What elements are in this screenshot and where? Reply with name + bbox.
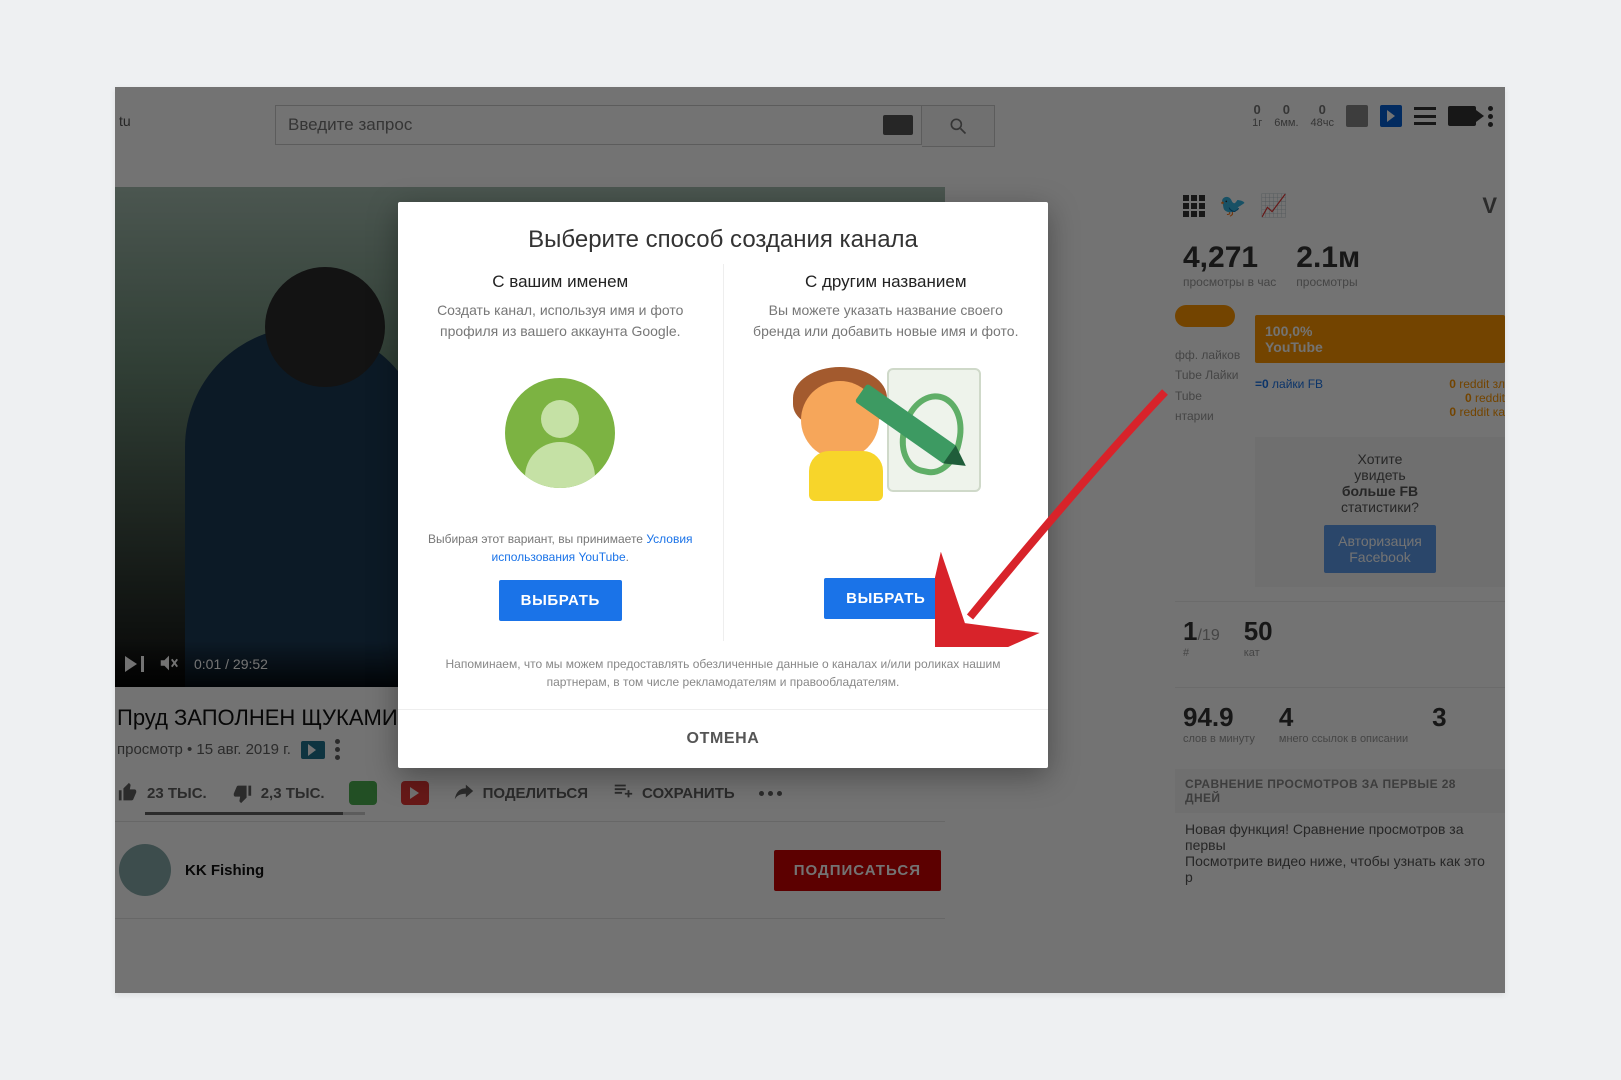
brand-illustration — [791, 363, 981, 503]
option-desc: Создать канал, используя имя и фото проф… — [422, 300, 699, 344]
select-personal-button[interactable]: ВЫБРАТЬ — [499, 580, 622, 621]
modal-title: Выберите способ создания канала — [398, 202, 1048, 264]
create-channel-modal: Выберите способ создания канала С вашим … — [398, 202, 1048, 768]
option-desc: Вы можете указать название своего бренда… — [748, 300, 1025, 344]
option-note: Выбирая этот вариант, вы принимаете Усло… — [422, 530, 699, 566]
modal-footnote: Напоминаем, что мы можем предоставлять о… — [398, 641, 1048, 709]
note-pre: Выбирая этот вариант, вы принимаете — [428, 532, 646, 546]
cancel-button[interactable]: ОТМЕНА — [398, 709, 1048, 768]
select-brand-button[interactable]: ВЫБРАТЬ — [824, 578, 947, 619]
option-heading: С другим названием — [748, 272, 1025, 292]
option-personal: С вашим именем Создать канал, используя … — [398, 264, 723, 641]
screenshot-frame: tu 01г 06мм. 048чс — [115, 87, 1505, 993]
note-post: . — [626, 550, 629, 564]
avatar-illustration — [505, 378, 615, 488]
option-note-empty — [748, 530, 1025, 564]
option-heading: С вашим именем — [422, 272, 699, 292]
option-brand: С другим названием Вы можете указать наз… — [723, 264, 1049, 641]
